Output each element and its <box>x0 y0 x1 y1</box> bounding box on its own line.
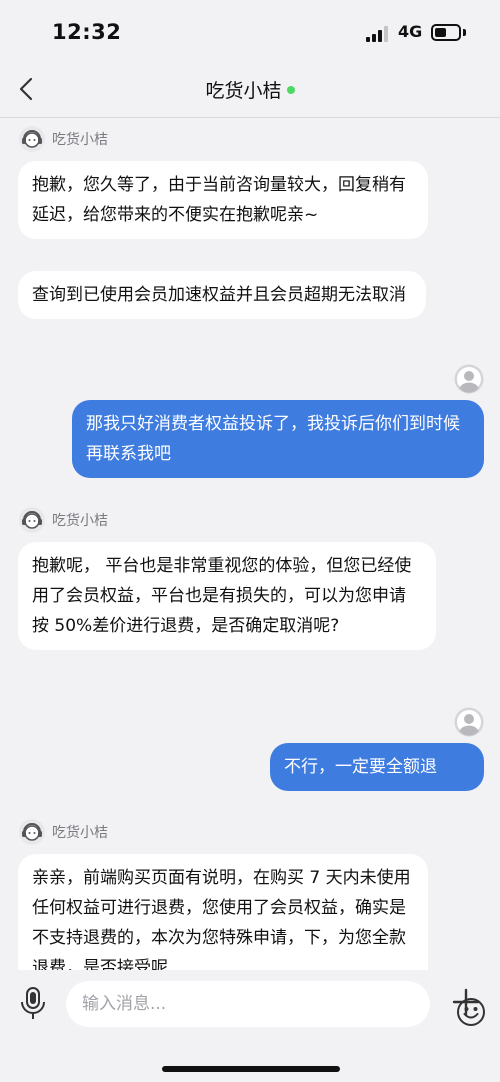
message-input[interactable] <box>82 991 382 1017</box>
agent-message-bubble: 查询到已使用会员加速权益并且会员超期无法取消 <box>18 271 426 319</box>
message-input-bar <box>0 970 500 1082</box>
user-message-bubble: 不行，一定要全额退 <box>270 743 484 791</box>
voice-input-button[interactable] <box>18 986 48 1022</box>
agent-name: 吃货小桔 <box>52 513 108 529</box>
agent-headset-avatar-icon[interactable] <box>18 506 46 534</box>
chat-header: 吃货小桔 <box>0 62 500 118</box>
signal-icon <box>366 26 390 42</box>
plus-icon <box>452 988 480 1016</box>
agent-name: 吃货小桔 <box>52 132 108 148</box>
online-status-dot <box>286 86 295 94</box>
agent-name: 吃货小桔 <box>52 825 108 841</box>
agent-headset-avatar-icon[interactable] <box>18 818 46 846</box>
agent-message-bubble: 抱歉呢， 平台也是非常重视您的体验，但您已经使用了会员权益，平台也是有损失的，可… <box>18 542 436 650</box>
agent-headset-avatar-icon[interactable] <box>18 125 46 153</box>
microphone-icon <box>21 987 45 1019</box>
user-message-bubble: 那我只好消费者权益投诉了，我投诉后你们到时候再联系我吧 <box>72 400 484 478</box>
network-type: 4G <box>398 22 423 41</box>
status-bar: 12:32 4G <box>0 0 500 62</box>
home-indicator <box>162 1066 340 1072</box>
user-avatar-icon[interactable] <box>454 707 484 737</box>
status-time: 12:32 <box>52 20 122 44</box>
more-options-button[interactable] <box>450 986 482 1018</box>
agent-message-bubble: 抱歉，您久等了，由于当前咨询量较大，回复稍有延迟，给您带来的不便实在抱歉呢亲~ <box>18 161 428 239</box>
chat-title: 吃货小桔 <box>205 80 282 102</box>
message-input-container[interactable] <box>66 981 485 1027</box>
battery-icon <box>431 24 461 41</box>
user-avatar-icon[interactable] <box>454 364 484 394</box>
